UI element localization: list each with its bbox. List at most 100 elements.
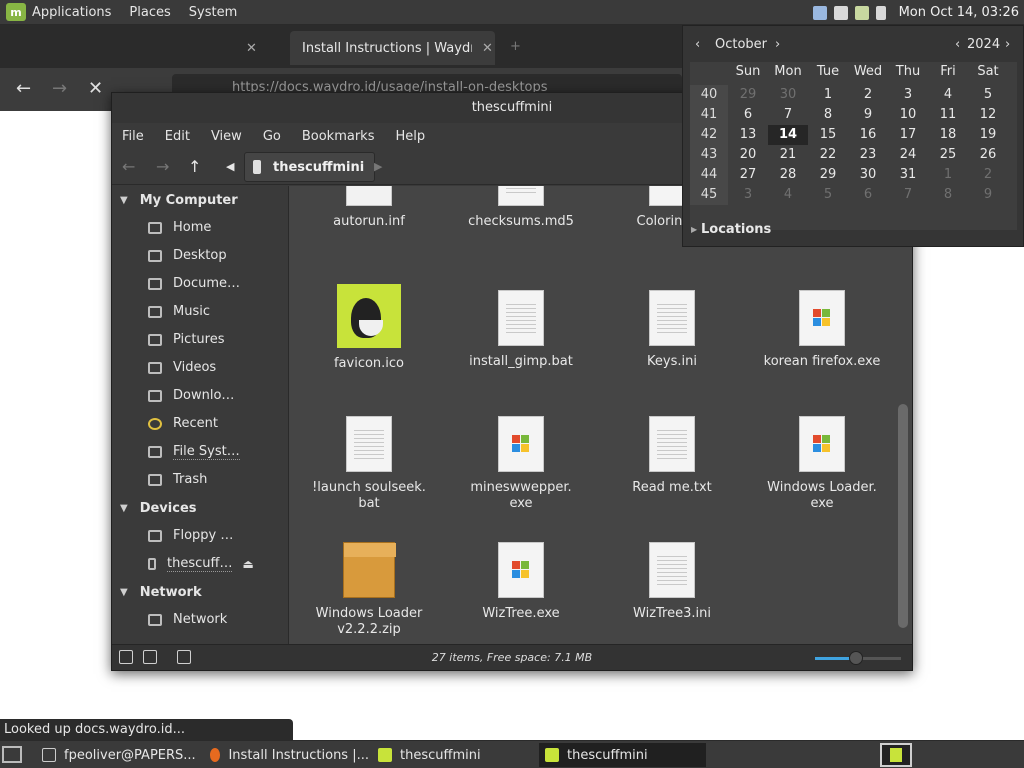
- calendar-day[interactable]: 10: [888, 105, 928, 125]
- calendar-day[interactable]: 6: [848, 185, 888, 205]
- sidebar-item-videos[interactable]: Videos: [112, 354, 284, 382]
- collapse-triangle-icon[interactable]: ▼: [120, 503, 128, 514]
- next-year-icon[interactable]: ›: [1005, 37, 1010, 52]
- calendar-day[interactable]: 29: [808, 165, 848, 185]
- calendar-day[interactable]: 17: [888, 125, 928, 145]
- forward-icon[interactable]: →: [52, 78, 67, 99]
- browser-tab-active[interactable]: Install Instructions | Waydro ✕: [290, 31, 495, 65]
- sidebar-item-thescuffmini[interactable]: thescuff… ⏏: [112, 550, 284, 578]
- calendar-day-today[interactable]: 14: [768, 125, 808, 145]
- tab-close-icon[interactable]: ✕: [482, 41, 493, 56]
- calendar-day[interactable]: 20: [728, 145, 768, 165]
- calendar-day[interactable]: 24: [888, 145, 928, 165]
- calendar-day[interactable]: 30: [848, 165, 888, 185]
- update-tray-icon[interactable]: [833, 5, 848, 20]
- sidebar-item-trash[interactable]: Trash: [112, 466, 284, 494]
- back-arrow-icon[interactable]: ←: [122, 157, 135, 176]
- vertical-scrollbar[interactable]: [898, 190, 908, 638]
- sidebar-item-floppy[interactable]: Floppy …: [112, 522, 284, 550]
- calendar-day[interactable]: 5: [808, 185, 848, 205]
- file-item[interactable]: korean firefox.exe: [747, 290, 897, 370]
- taskbar-item-terminal[interactable]: fpeoliver@PAPERS...: [36, 743, 196, 767]
- calendar-day[interactable]: 31: [888, 165, 928, 185]
- menu-file[interactable]: File: [122, 129, 144, 144]
- menu-go[interactable]: Go: [263, 129, 281, 144]
- file-item[interactable]: Windows Loader v2.2.2.zip: [294, 542, 444, 638]
- calendar-day[interactable]: 11: [928, 105, 968, 125]
- browser-tab-inactive[interactable]: ✕: [12, 31, 262, 65]
- file-item[interactable]: WizTree.exe: [446, 542, 596, 622]
- sidebar-item-filesystem[interactable]: File Syst…: [112, 438, 284, 466]
- calendar-day[interactable]: 15: [808, 125, 848, 145]
- sidebar-item-recent[interactable]: Recent: [112, 410, 284, 438]
- file-item[interactable]: Keys.ini: [597, 290, 747, 370]
- sidebar-item-downloads[interactable]: Downlo…: [112, 382, 284, 410]
- taskbar-item-firefox[interactable]: Install Instructions |...: [204, 743, 369, 767]
- file-item[interactable]: WizTree3.ini: [597, 542, 747, 622]
- sidebar-header-network[interactable]: ▼ Network: [112, 578, 284, 606]
- stop-icon[interactable]: ✕: [88, 78, 103, 99]
- mint-logo-icon[interactable]: m: [6, 3, 26, 21]
- calendar-day[interactable]: 3: [728, 185, 768, 205]
- next-month-icon[interactable]: ›: [775, 37, 780, 52]
- file-item[interactable]: favicon.ico: [294, 284, 444, 372]
- file-item[interactable]: install_gimp.bat: [446, 290, 596, 370]
- calendar-day[interactable]: 28: [768, 165, 808, 185]
- volume-tray-icon[interactable]: [875, 5, 886, 20]
- calendar-day[interactable]: 30: [768, 85, 808, 105]
- applications-menu[interactable]: Applications: [32, 5, 111, 20]
- calendar-day[interactable]: 1: [928, 165, 968, 185]
- calendar-day[interactable]: 2: [848, 85, 888, 105]
- calendar-day[interactable]: 25: [928, 145, 968, 165]
- calendar-day[interactable]: 27: [728, 165, 768, 185]
- prev-month-icon[interactable]: ‹: [695, 37, 700, 52]
- calendar-day[interactable]: 3: [888, 85, 928, 105]
- menu-view[interactable]: View: [211, 129, 242, 144]
- back-icon[interactable]: ←: [16, 78, 31, 99]
- up-arrow-icon[interactable]: ↑: [188, 157, 201, 176]
- locations-label[interactable]: Locations: [701, 222, 771, 237]
- calendar-day[interactable]: 7: [768, 105, 808, 125]
- calendar-day[interactable]: 8: [808, 105, 848, 125]
- taskbar-item-file-manager[interactable]: thescuffmini: [372, 743, 537, 767]
- calendar-day[interactable]: 22: [808, 145, 848, 165]
- prev-year-icon[interactable]: ‹: [955, 37, 960, 52]
- clock[interactable]: Mon Oct 14, 03:26: [899, 5, 1019, 20]
- menu-help[interactable]: Help: [395, 129, 425, 144]
- sidebar-item-documents[interactable]: Docume…: [112, 270, 284, 298]
- zoom-slider[interactable]: [815, 651, 901, 665]
- file-item[interactable]: checksums.md5: [446, 186, 596, 230]
- forward-arrow-icon[interactable]: →: [156, 157, 169, 176]
- calendar-day[interactable]: 19: [968, 125, 1008, 145]
- file-item[interactable]: Windows Loader. exe: [747, 416, 897, 512]
- calendar-day[interactable]: 21: [768, 145, 808, 165]
- file-item[interactable]: !launch soulseek. bat: [294, 416, 444, 512]
- system-menu[interactable]: System: [189, 5, 237, 20]
- calendar-day[interactable]: 7: [888, 185, 928, 205]
- path-left-icon[interactable]: ◀: [226, 160, 234, 173]
- locations-expander-icon[interactable]: ▶: [691, 225, 697, 234]
- file-item[interactable]: Read me.txt: [597, 416, 747, 496]
- scrollbar-thumb[interactable]: [898, 404, 908, 628]
- file-item[interactable]: mineswwepper. exe: [446, 416, 596, 512]
- shield-tray-icon[interactable]: [854, 5, 869, 20]
- tab-close-icon[interactable]: ✕: [246, 41, 257, 56]
- calendar-day[interactable]: 4: [928, 85, 968, 105]
- calendar-day[interactable]: 13: [728, 125, 768, 145]
- file-item[interactable]: autorun.inf: [294, 186, 444, 230]
- calendar-day[interactable]: 4: [768, 185, 808, 205]
- calendar-day[interactable]: 1: [808, 85, 848, 105]
- new-tab-icon[interactable]: +: [510, 39, 521, 54]
- calendar-day[interactable]: 9: [848, 105, 888, 125]
- menu-bookmarks[interactable]: Bookmarks: [302, 129, 375, 144]
- sidebar-item-network[interactable]: Network: [112, 606, 284, 634]
- sidebar-item-home[interactable]: Home: [112, 214, 284, 242]
- path-right-icon[interactable]: ▶: [374, 160, 382, 173]
- calendar-day[interactable]: 23: [848, 145, 888, 165]
- calendar-day[interactable]: 16: [848, 125, 888, 145]
- sidebar-item-pictures[interactable]: Pictures: [112, 326, 284, 354]
- sidebar-header-my-computer[interactable]: ▼ My Computer: [112, 186, 284, 214]
- calendar-day[interactable]: 8: [928, 185, 968, 205]
- calendar-day[interactable]: 2: [968, 165, 1008, 185]
- calendar-day[interactable]: 29: [728, 85, 768, 105]
